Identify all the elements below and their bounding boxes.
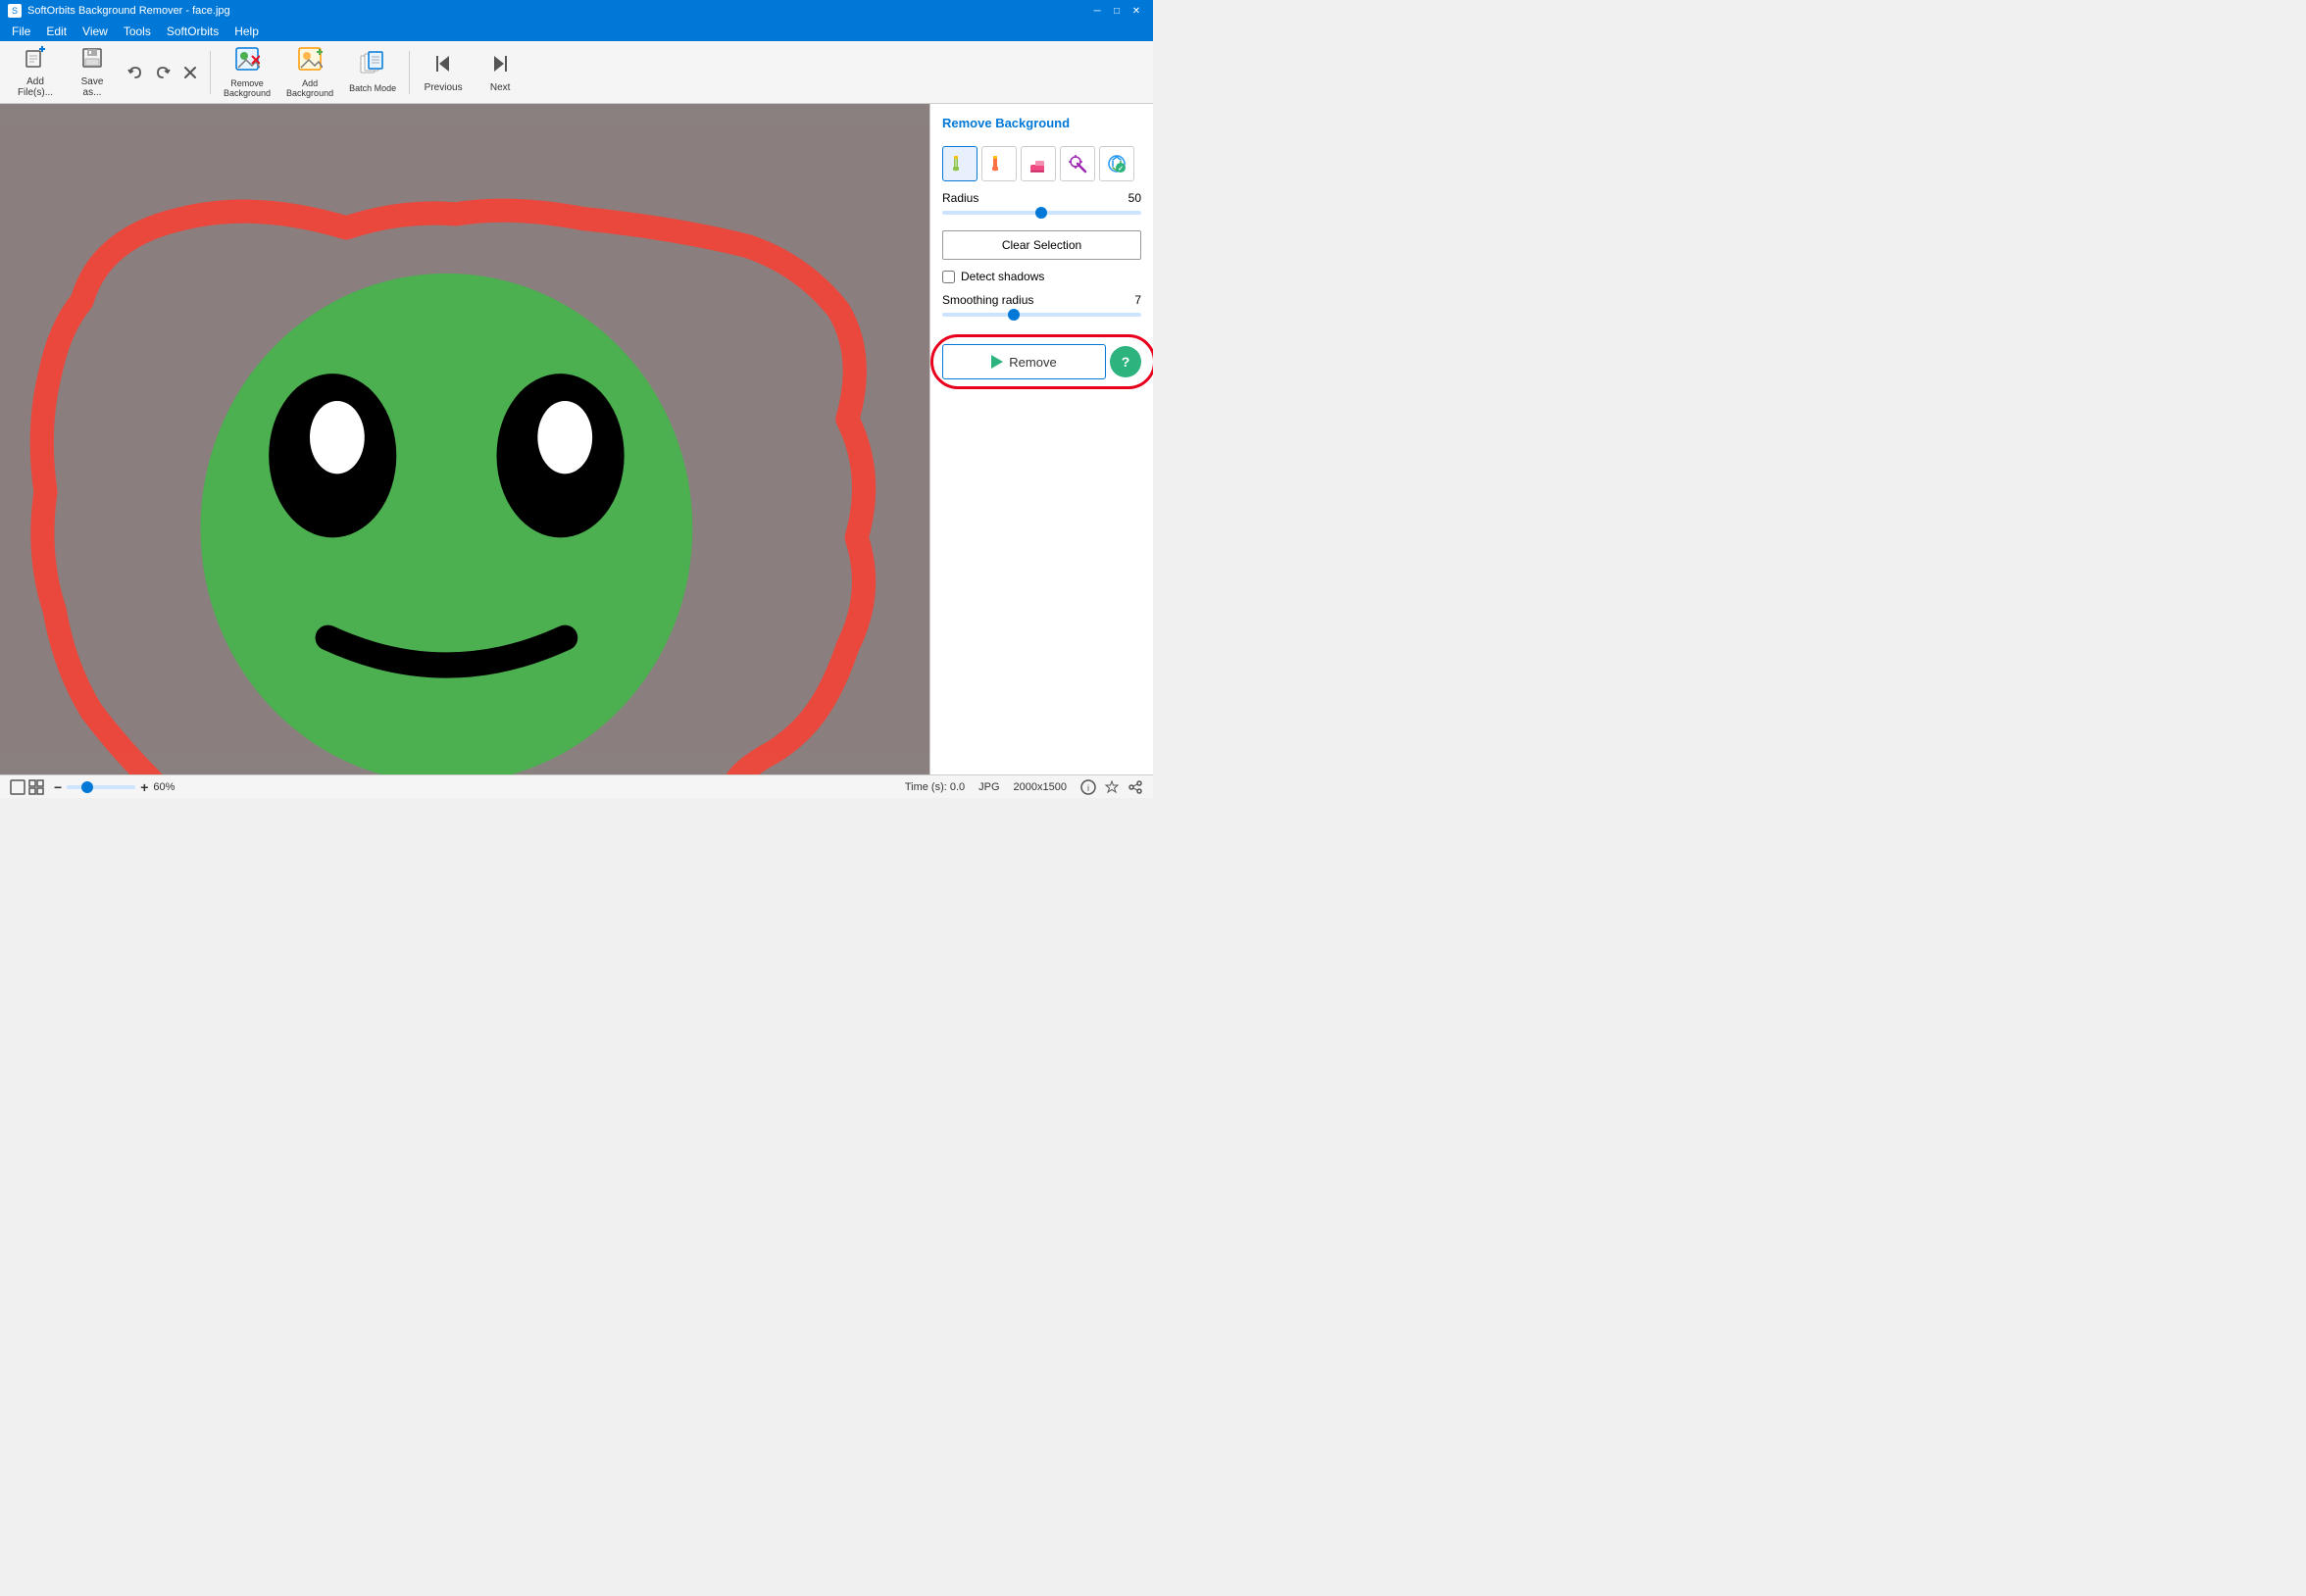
- detect-shadows-row: Detect shadows: [942, 270, 1141, 283]
- menu-view[interactable]: View: [75, 23, 116, 40]
- view-mode-icon: [10, 779, 44, 795]
- window-title: SoftOrbits Background Remover - face.jpg: [27, 5, 230, 17]
- previous-icon: [431, 52, 455, 79]
- close-button[interactable]: ✕: [1128, 3, 1145, 19]
- smoothing-section: Smoothing radius 7: [942, 293, 1141, 323]
- save-as-button[interactable]: Saveas...: [65, 45, 120, 100]
- image-canvas: [0, 104, 929, 774]
- share-icon[interactable]: [1128, 779, 1143, 795]
- zoom-minus-icon[interactable]: −: [54, 779, 62, 795]
- zoom-control: − + 60%: [54, 779, 175, 795]
- auto-button[interactable]: ✓: [1099, 146, 1134, 181]
- previous-button[interactable]: Previous: [416, 45, 471, 100]
- mark-background-button[interactable]: [981, 146, 1017, 181]
- radius-section: Radius 50: [942, 191, 1141, 221]
- separator-1: [210, 51, 211, 94]
- radius-label: Radius: [942, 191, 978, 205]
- eraser-button[interactable]: [1021, 146, 1056, 181]
- detect-shadows-checkbox[interactable]: [942, 271, 955, 283]
- add-background-label: AddBackground: [286, 78, 333, 98]
- batch-mode-button[interactable]: Batch Mode: [342, 45, 403, 100]
- title-bar: S SoftOrbits Background Remover - face.j…: [0, 0, 1153, 22]
- radius-value: 50: [1128, 191, 1141, 205]
- add-files-label: AddFile(s)...: [18, 76, 53, 98]
- tool-buttons: ✓: [942, 146, 1141, 181]
- add-files-icon: [24, 46, 47, 74]
- mark-foreground-button[interactable]: [942, 146, 978, 181]
- menu-bar: File Edit View Tools SoftOrbits Help: [0, 22, 1153, 41]
- svg-text:i: i: [1087, 783, 1089, 793]
- radius-label-row: Radius 50: [942, 191, 1141, 205]
- menu-tools[interactable]: Tools: [116, 23, 159, 40]
- right-panel: Remove Background: [929, 104, 1153, 774]
- menu-help[interactable]: Help: [226, 23, 267, 40]
- save-icon: [80, 46, 104, 74]
- main-layout: Remove Background: [0, 104, 1153, 774]
- history-group: [122, 59, 204, 86]
- clear-history-button[interactable]: [176, 59, 204, 86]
- wand-button[interactable]: [1060, 146, 1095, 181]
- app-icon: S: [8, 4, 22, 18]
- smoothing-slider-container: [942, 307, 1141, 323]
- time-label: Time (s): 0.0: [905, 781, 965, 793]
- smoothing-slider[interactable]: [942, 313, 1141, 317]
- detect-shadows-label: Detect shadows: [961, 270, 1044, 283]
- remove-background-icon: [234, 46, 260, 75]
- add-background-button[interactable]: AddBackground: [279, 45, 340, 100]
- toolbar: AddFile(s)... Saveas...: [0, 41, 1153, 104]
- next-label: Next: [490, 82, 511, 93]
- remove-background-button[interactable]: RemoveBackground: [217, 45, 277, 100]
- redo-button[interactable]: [149, 59, 176, 86]
- status-bar: − + 60% Time (s): 0.0 JPG 2000x1500 i: [0, 774, 1153, 798]
- remove-background-label: RemoveBackground: [224, 78, 271, 98]
- dimensions-label: 2000x1500: [1014, 781, 1067, 793]
- remove-arrow-icon: [991, 355, 1003, 369]
- status-icons: i: [1080, 779, 1143, 795]
- add-background-icon: [297, 46, 323, 75]
- smoothing-value: 7: [1134, 293, 1141, 307]
- zoom-value: 60%: [153, 781, 175, 793]
- next-button[interactable]: Next: [473, 45, 527, 100]
- save-as-label: Saveas...: [81, 76, 104, 98]
- clear-selection-button[interactable]: Clear Selection: [942, 230, 1141, 260]
- svg-text:✓: ✓: [1118, 166, 1124, 173]
- previous-label: Previous: [425, 82, 463, 93]
- info-icon[interactable]: i: [1080, 779, 1096, 795]
- batch-icon: [360, 51, 385, 80]
- help-button[interactable]: ?: [1110, 346, 1141, 377]
- format-label: JPG: [978, 781, 999, 793]
- batch-mode-label: Batch Mode: [349, 83, 396, 93]
- zoom-slider-input[interactable]: [67, 785, 135, 789]
- add-files-button[interactable]: AddFile(s)...: [8, 45, 63, 100]
- remove-button[interactable]: Remove: [942, 344, 1106, 379]
- menu-edit[interactable]: Edit: [38, 23, 75, 40]
- next-icon: [488, 52, 512, 79]
- menu-file[interactable]: File: [4, 23, 38, 40]
- radius-slider-container: [942, 205, 1141, 221]
- minimize-button[interactable]: ─: [1088, 3, 1106, 19]
- canvas-content: [0, 104, 929, 774]
- separator-2: [409, 51, 410, 94]
- panel-title: Remove Background: [942, 116, 1141, 130]
- radius-slider[interactable]: [942, 211, 1141, 215]
- smoothing-label: Smoothing radius: [942, 293, 1033, 307]
- status-bar-right: Time (s): 0.0 JPG 2000x1500 i: [905, 779, 1143, 795]
- zoom-plus-icon[interactable]: +: [140, 779, 148, 795]
- maximize-button[interactable]: □: [1108, 3, 1126, 19]
- window-controls: ─ □ ✕: [1088, 3, 1145, 19]
- canvas-area[interactable]: [0, 104, 929, 774]
- smoothing-label-row: Smoothing radius 7: [942, 293, 1141, 307]
- remove-row: Remove ?: [942, 344, 1141, 379]
- undo-button[interactable]: [122, 59, 149, 86]
- menu-softorbits[interactable]: SoftOrbits: [159, 23, 226, 40]
- remove-button-label: Remove: [1009, 355, 1056, 370]
- star-icon[interactable]: [1104, 779, 1120, 795]
